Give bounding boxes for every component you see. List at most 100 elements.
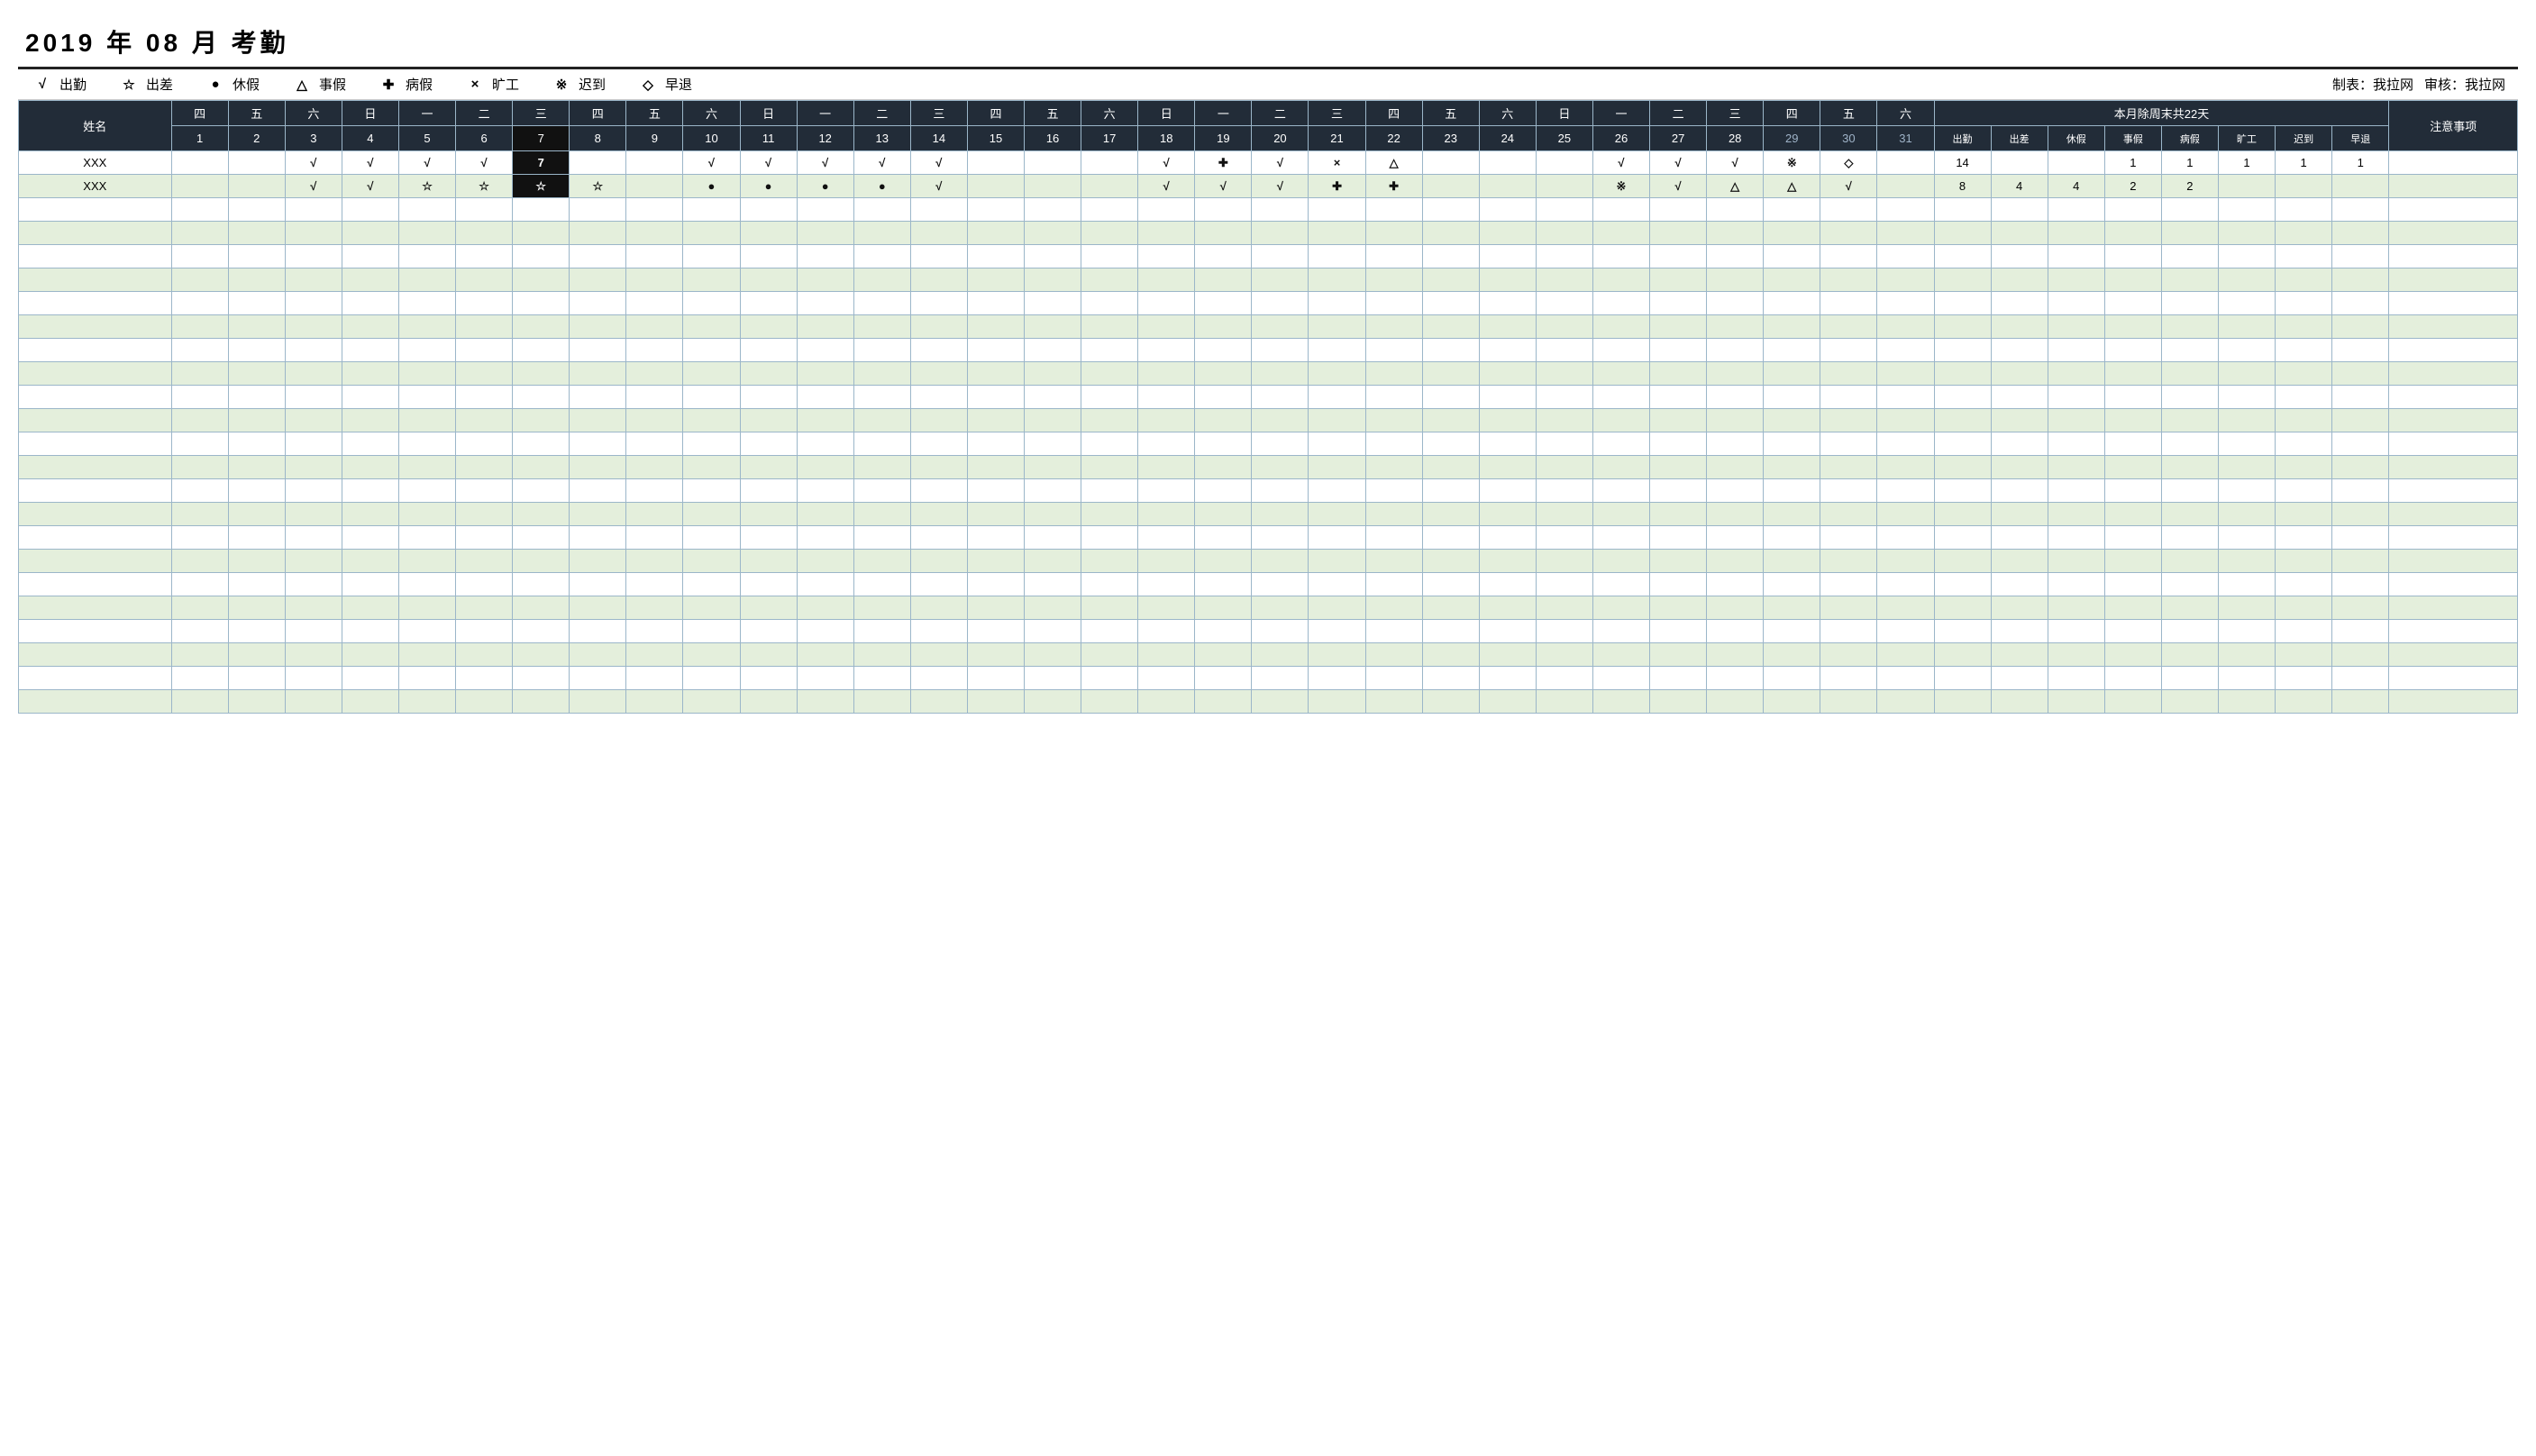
cell-day[interactable] — [1536, 268, 1592, 292]
cell-day[interactable] — [1081, 573, 1138, 596]
cell-day[interactable] — [910, 222, 967, 245]
cell-note[interactable] — [2389, 479, 2518, 503]
cell-day[interactable] — [1764, 643, 1820, 667]
cell-day[interactable] — [1422, 175, 1479, 198]
cell-day[interactable] — [853, 315, 910, 339]
cell-day[interactable] — [1081, 245, 1138, 268]
cell-day[interactable] — [683, 573, 740, 596]
cell-day[interactable] — [398, 456, 455, 479]
cell-day[interactable] — [1536, 479, 1592, 503]
cell-day[interactable] — [285, 690, 342, 714]
cell-day[interactable] — [740, 245, 797, 268]
cell-day[interactable] — [285, 268, 342, 292]
cell-day[interactable] — [1707, 573, 1764, 596]
cell-day[interactable] — [570, 643, 626, 667]
cell-day[interactable] — [1309, 339, 1365, 362]
cell-day[interactable]: √ — [342, 175, 398, 198]
cell-day[interactable] — [342, 386, 398, 409]
cell-day[interactable] — [1650, 526, 1707, 550]
cell-day[interactable] — [1764, 667, 1820, 690]
cell-day[interactable] — [797, 315, 853, 339]
col-day[interactable]: 2 — [228, 126, 285, 151]
cell-day[interactable] — [1138, 409, 1195, 432]
cell-day[interactable] — [1309, 409, 1365, 432]
cell-day[interactable] — [1592, 690, 1649, 714]
cell-day[interactable] — [342, 362, 398, 386]
cell-day[interactable] — [740, 339, 797, 362]
cell-day[interactable] — [626, 151, 683, 175]
cell-day[interactable] — [853, 573, 910, 596]
cell-day[interactable] — [967, 432, 1024, 456]
col-day[interactable]: 28 — [1707, 126, 1764, 151]
cell-day[interactable] — [1877, 526, 1934, 550]
col-day[interactable]: 13 — [853, 126, 910, 151]
cell-name[interactable] — [19, 550, 172, 573]
cell-day[interactable] — [342, 643, 398, 667]
col-day[interactable]: 30 — [1820, 126, 1877, 151]
cell-day[interactable] — [1081, 362, 1138, 386]
cell-day[interactable] — [228, 198, 285, 222]
cell-day[interactable] — [967, 667, 1024, 690]
cell-day[interactable] — [285, 550, 342, 573]
cell-day[interactable] — [171, 339, 228, 362]
col-day[interactable]: 12 — [797, 126, 853, 151]
cell-day[interactable] — [171, 222, 228, 245]
cell-day[interactable]: √ — [285, 175, 342, 198]
cell-name[interactable] — [19, 620, 172, 643]
cell-day[interactable] — [740, 620, 797, 643]
cell-day[interactable] — [456, 503, 513, 526]
cell-day[interactable] — [1025, 550, 1081, 573]
cell-day[interactable] — [1309, 643, 1365, 667]
cell-day[interactable] — [456, 315, 513, 339]
cell-day[interactable] — [228, 690, 285, 714]
cell-day[interactable] — [683, 339, 740, 362]
cell-day[interactable]: ✚ — [1195, 151, 1252, 175]
cell-day[interactable] — [1764, 292, 1820, 315]
cell-day[interactable] — [171, 690, 228, 714]
cell-day[interactable] — [285, 386, 342, 409]
cell-day[interactable] — [797, 690, 853, 714]
cell-day[interactable] — [1365, 198, 1422, 222]
cell-day[interactable] — [1764, 245, 1820, 268]
cell-note[interactable] — [2389, 620, 2518, 643]
cell-day[interactable] — [342, 526, 398, 550]
cell-day[interactable] — [626, 222, 683, 245]
cell-day[interactable] — [570, 456, 626, 479]
cell-day[interactable] — [853, 222, 910, 245]
cell-day[interactable] — [740, 198, 797, 222]
cell-day[interactable] — [1309, 479, 1365, 503]
cell-day[interactable] — [1252, 315, 1309, 339]
cell-day[interactable] — [456, 362, 513, 386]
cell-day[interactable] — [398, 690, 455, 714]
cell-day[interactable] — [1820, 245, 1877, 268]
cell-day[interactable] — [228, 573, 285, 596]
cell-day[interactable] — [1820, 479, 1877, 503]
cell-day[interactable] — [342, 315, 398, 339]
cell-day[interactable]: △ — [1365, 151, 1422, 175]
cell-day[interactable] — [570, 222, 626, 245]
cell-day[interactable] — [456, 550, 513, 573]
cell-name[interactable] — [19, 573, 172, 596]
cell-day[interactable] — [740, 643, 797, 667]
cell-day[interactable] — [1820, 550, 1877, 573]
cell-day[interactable] — [1707, 386, 1764, 409]
cell-day[interactable] — [853, 339, 910, 362]
cell-day[interactable]: × — [1309, 151, 1365, 175]
cell-day[interactable]: √ — [285, 151, 342, 175]
cell-day[interactable] — [1820, 292, 1877, 315]
cell-day[interactable] — [1195, 596, 1252, 620]
cell-day[interactable] — [570, 362, 626, 386]
cell-day[interactable] — [853, 386, 910, 409]
cell-day[interactable] — [398, 409, 455, 432]
cell-day[interactable] — [683, 292, 740, 315]
cell-day[interactable] — [285, 245, 342, 268]
cell-day[interactable] — [1422, 409, 1479, 432]
cell-day[interactable] — [285, 222, 342, 245]
cell-day[interactable] — [853, 503, 910, 526]
cell-day[interactable]: √ — [1195, 175, 1252, 198]
cell-day[interactable] — [1877, 620, 1934, 643]
cell-day[interactable] — [1877, 573, 1934, 596]
cell-note[interactable] — [2389, 667, 2518, 690]
cell-name[interactable] — [19, 526, 172, 550]
cell-day[interactable] — [1422, 292, 1479, 315]
